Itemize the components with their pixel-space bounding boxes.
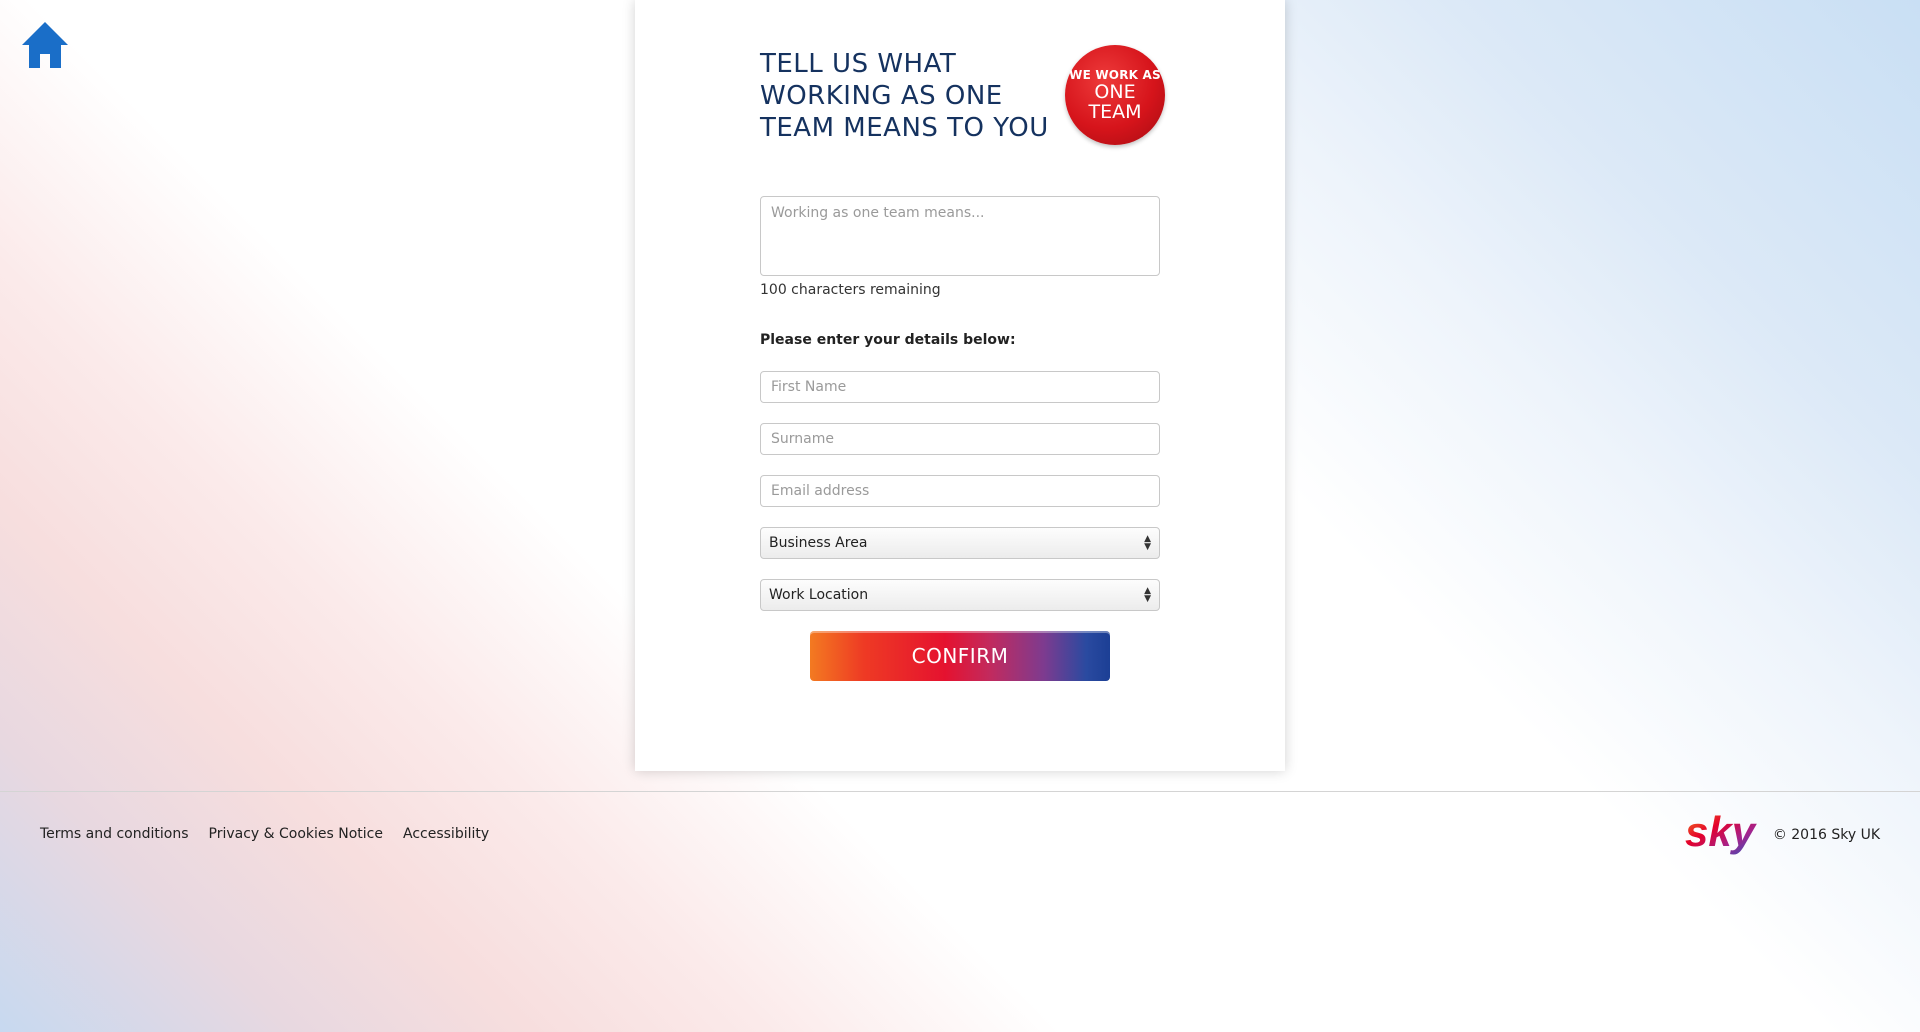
footer-divider [0, 791, 1920, 792]
footer-links: Terms and conditions Privacy & Cookies N… [40, 826, 489, 842]
business-area-value: Business Area [769, 535, 868, 551]
page-title: TELL US WHAT WORKING AS ONE TEAM MEANS T… [760, 49, 1049, 143]
surname-field[interactable] [760, 423, 1160, 455]
badge-line1: WE WORK AS [1069, 68, 1161, 82]
first-name-field[interactable] [760, 371, 1160, 403]
sky-logo: sky [1685, 810, 1758, 855]
accessibility-link[interactable]: Accessibility [403, 826, 489, 842]
privacy-link[interactable]: Privacy & Cookies Notice [209, 826, 384, 842]
sort-arrows-icon: ▲ ▼ [1144, 534, 1151, 552]
footer-brand: sky © 2016 Sky UK [1685, 810, 1880, 860]
terms-link[interactable]: Terms and conditions [40, 826, 189, 842]
form-card: TELL US WHAT WORKING AS ONE TEAM MEANS T… [635, 0, 1285, 771]
sky-logo-text: sky [1685, 810, 1758, 855]
work-location-select[interactable]: Work Location ▲ ▼ [760, 579, 1160, 611]
one-team-badge: WE WORK AS ONE TEAM [1065, 45, 1165, 145]
work-location-value: Work Location [769, 587, 869, 603]
email-field[interactable] [760, 475, 1160, 507]
details-label: Please enter your details below: [760, 332, 1016, 348]
business-area-select[interactable]: Business Area ▲ ▼ [760, 527, 1160, 559]
home-icon[interactable] [20, 20, 70, 70]
sort-arrows-icon: ▲ ▼ [1144, 586, 1151, 604]
message-textarea[interactable] [760, 196, 1160, 276]
confirm-button[interactable]: CONFIRM [810, 631, 1110, 681]
copyright: © 2016 Sky UK [1772, 827, 1880, 843]
characters-remaining: 100 characters remaining [760, 282, 941, 298]
badge-line2: ONE TEAM [1088, 81, 1142, 123]
